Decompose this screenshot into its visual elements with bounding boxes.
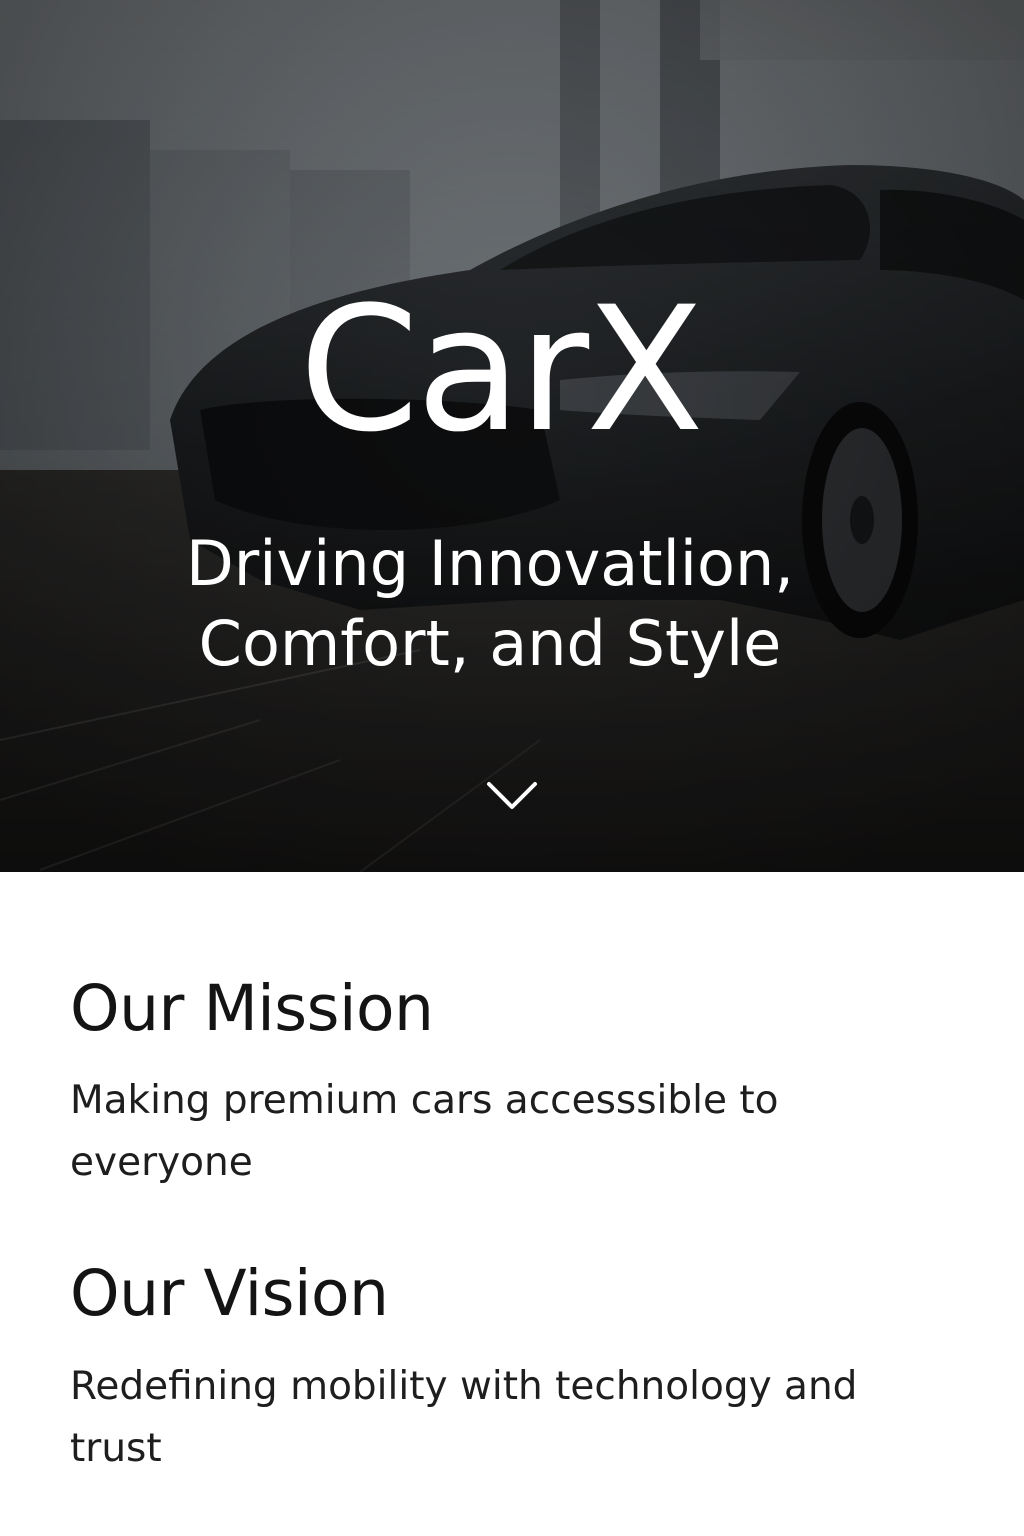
hero-tagline-line-2: Comfort, and Style (198, 607, 782, 680)
mission-heading: Our Mission (70, 972, 434, 1045)
vision-heading: Our Vision (70, 1257, 389, 1330)
brand-title: CarX (298, 269, 704, 470)
chevron-down-icon[interactable] (486, 780, 538, 812)
hero-section: CarX Driving Innovatlion, Comfort, and S… (0, 0, 1024, 872)
mission-text: Making premium cars accesssible to every… (70, 1078, 779, 1185)
hero-tagline-line-1: Driving Innovatlion, (186, 527, 794, 600)
vision-text: Redefining mobility with technology and … (70, 1364, 858, 1471)
hero-tagline: Driving Innovatlion, Comfort, and Style (60, 524, 920, 684)
